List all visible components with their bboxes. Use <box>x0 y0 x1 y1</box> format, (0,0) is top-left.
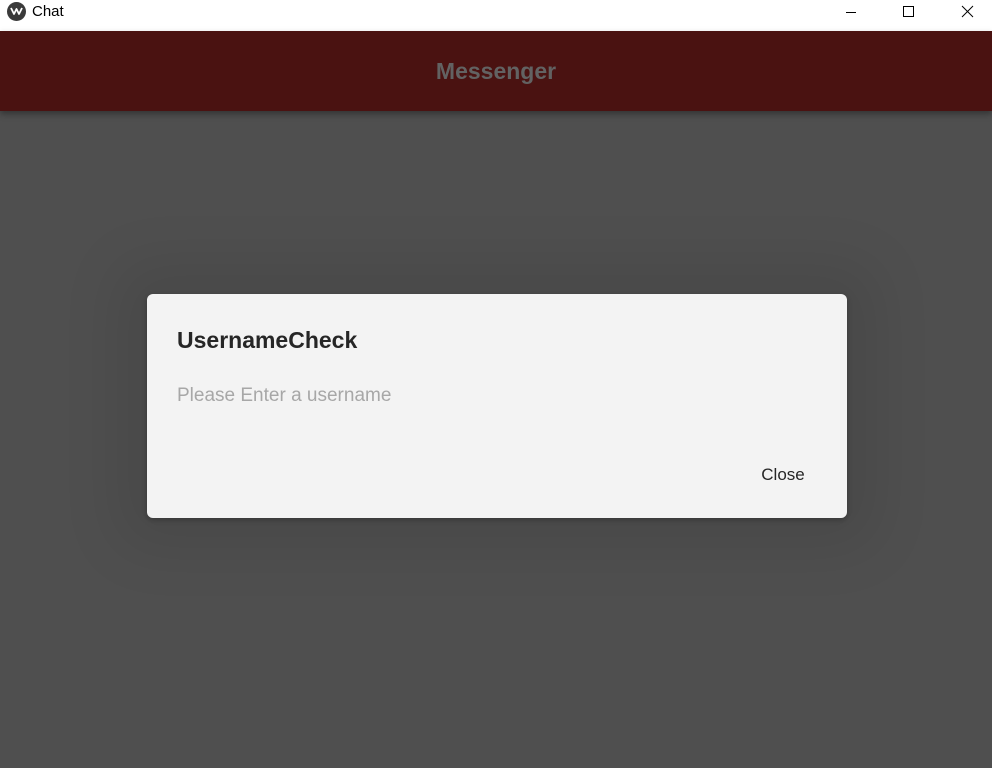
close-icon <box>961 5 974 18</box>
window-titlebar[interactable]: Chat <box>0 0 992 31</box>
window-title: Chat <box>32 3 64 20</box>
app-window: Chat Messenger UsernameCheck Please Ente… <box>0 0 992 768</box>
dialog-title: UsernameCheck <box>177 327 358 353</box>
minimize-icon <box>846 12 856 13</box>
maximize-icon <box>903 6 914 17</box>
dialog-message: Please Enter a username <box>177 385 392 406</box>
kivy-app-icon <box>7 2 26 21</box>
maximize-button[interactable] <box>880 0 938 25</box>
app-title: Messenger <box>435 58 557 84</box>
close-window-button[interactable] <box>938 0 992 25</box>
dialog-close-button[interactable]: Close <box>743 457 823 493</box>
username-check-dialog: UsernameCheck Please Enter a username Cl… <box>147 294 847 518</box>
minimize-button[interactable] <box>822 0 880 25</box>
app-toolbar: Messenger <box>0 31 992 111</box>
